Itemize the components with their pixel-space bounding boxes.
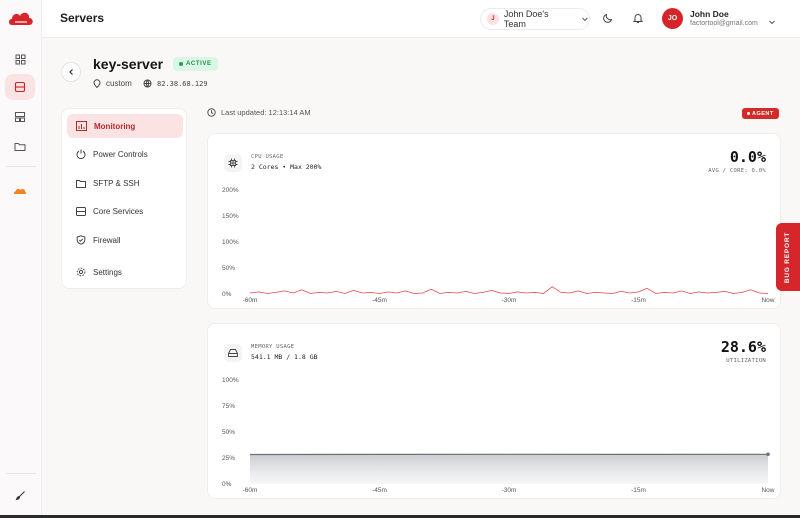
- layout-icon[interactable]: [5, 104, 35, 130]
- server-type-label: custom: [106, 79, 132, 88]
- cpu-chip-icon: [224, 154, 242, 172]
- menu-item-settings[interactable]: Settings: [67, 260, 183, 284]
- clock-icon: [207, 108, 216, 117]
- memory-amount-info: 541.1 MB / 1.8 GB: [251, 353, 318, 361]
- cpu-series-line: [249, 286, 769, 294]
- top-bar: Servers J John Doe's Team JO John Doe fa…: [42, 0, 800, 38]
- y-tick-label: 0%: [222, 481, 232, 488]
- nav-rail: [0, 0, 42, 518]
- theme-toggle-moon-icon[interactable]: [602, 11, 616, 25]
- server-ip-label: 82.38.68.129: [157, 79, 208, 88]
- x-tick-label: -30m: [502, 297, 517, 304]
- server-ip: 82.38.68.129: [143, 79, 208, 88]
- y-tick-label: 200%: [222, 187, 239, 194]
- memory-last-point: [766, 452, 770, 457]
- network-icon: [143, 79, 152, 88]
- cpu-usage-card: CPU USAGE 2 Cores • Max 200% 0.0% AVG / …: [207, 133, 781, 309]
- menu-item-sftp-ssh[interactable]: SFTP & SSH: [67, 171, 183, 195]
- folder-icon[interactable]: [5, 133, 35, 159]
- location-pin-icon: [93, 79, 101, 88]
- y-tick-label: 100%: [222, 377, 239, 384]
- menu-item-power-controls[interactable]: Power Controls: [67, 142, 183, 166]
- server-type: custom: [93, 79, 132, 88]
- shield-icon: [76, 235, 86, 245]
- y-tick-label: 50%: [222, 265, 235, 272]
- menu-label: Monitoring: [94, 121, 136, 131]
- cpu-cores-info: 2 Cores • Max 200%: [251, 163, 322, 171]
- chevron-left-icon: [69, 69, 73, 75]
- x-tick-label: -15m: [631, 487, 646, 494]
- user-menu-chevron-icon[interactable]: [768, 13, 782, 27]
- menu-item-core-services[interactable]: Core Services: [67, 199, 183, 223]
- agent-label: AGENT: [752, 110, 774, 117]
- cpu-usage-value: 0.0%: [729, 148, 766, 166]
- x-tick-label: -45m: [372, 297, 387, 304]
- gear-icon: [76, 267, 86, 277]
- cpu-usage-chart: 200% 150% 100% 50% 0% -60m -45m -30m -15m Now: [222, 187, 775, 304]
- cpu-usage-label: CPU USAGE: [251, 154, 284, 160]
- user-name[interactable]: John Doe: [690, 9, 729, 19]
- back-button[interactable]: [61, 62, 81, 82]
- y-tick-label: 100%: [222, 239, 239, 246]
- memory-usage-label: MEMORY USAGE: [251, 344, 295, 350]
- last-updated-text: Last updated: 12:13:14 AM: [221, 108, 311, 117]
- menu-item-firewall[interactable]: Firewall: [67, 228, 183, 252]
- x-tick-label: Now: [761, 297, 774, 304]
- cloudflare-icon[interactable]: [5, 178, 35, 204]
- servers-icon[interactable]: [5, 74, 35, 100]
- menu-label: Power Controls: [93, 149, 148, 159]
- folder-icon: [76, 179, 86, 188]
- status-badge: ACTIVE: [173, 57, 218, 71]
- y-tick-label: 150%: [222, 213, 239, 220]
- power-icon: [76, 149, 86, 159]
- y-tick-label: 50%: [222, 429, 235, 436]
- server-icon: [76, 206, 86, 216]
- menu-item-monitoring[interactable]: Monitoring: [67, 114, 183, 138]
- team-switcher[interactable]: J John Doe's Team: [480, 8, 590, 30]
- brand-logo-icon[interactable]: [7, 8, 35, 30]
- team-label: John Doe's Team: [503, 9, 549, 29]
- page-title: Servers: [60, 11, 105, 25]
- memory-usage-card: MEMORY USAGE 541.1 MB / 1.8 GB 28.6% UTI…: [207, 323, 781, 499]
- y-tick-label: 75%: [222, 403, 235, 410]
- y-tick-label: 0%: [222, 291, 232, 298]
- last-updated: Last updated: 12:13:14 AM: [207, 108, 311, 117]
- memory-drive-icon: [224, 344, 242, 362]
- chevron-down-icon: [582, 17, 588, 22]
- menu-label: SFTP & SSH: [93, 178, 140, 188]
- bug-report-label: BUG REPORT: [784, 231, 792, 283]
- dashboard-grid-icon[interactable]: [5, 46, 35, 72]
- menu-label: Settings: [93, 267, 122, 277]
- x-tick-label: -15m: [631, 297, 646, 304]
- agent-dot: [747, 112, 750, 115]
- memory-usage-chart: 100% 75% 50% 25% 0% -60m -45m -30m -15m Now: [222, 377, 775, 494]
- team-avatar: J: [487, 13, 499, 25]
- memory-utilization-caption: UTILIZATION: [726, 358, 766, 364]
- chart-icon: [76, 121, 87, 131]
- rail-divider: [6, 166, 36, 167]
- menu-label: Firewall: [93, 235, 121, 245]
- menu-label: Core Services: [93, 206, 144, 216]
- bug-report-tab[interactable]: BUG REPORT: [776, 223, 800, 291]
- x-tick-label: -60m: [243, 297, 258, 304]
- agent-badge: AGENT: [742, 108, 779, 119]
- memory-usage-value: 28.6%: [720, 338, 766, 356]
- rail-divider-bottom: [6, 473, 36, 474]
- x-tick-label: -45m: [372, 487, 387, 494]
- user-email: factortool@gmail.com: [690, 20, 758, 27]
- status-dot: [179, 62, 183, 66]
- x-tick-label: -30m: [502, 487, 517, 494]
- memory-area-fill: [250, 454, 768, 484]
- server-side-menu: Monitoring Power Controls SFTP & SSH Cor…: [61, 108, 187, 289]
- server-name: key-server: [93, 56, 164, 72]
- x-tick-label: Now: [761, 487, 774, 494]
- status-label: ACTIVE: [186, 61, 212, 67]
- brush-icon[interactable]: [5, 482, 35, 508]
- user-avatar[interactable]: JO: [662, 8, 683, 29]
- cpu-avg-per-core: AVG / CORE: 0.0%: [708, 168, 766, 174]
- notifications-bell-icon[interactable]: [632, 11, 646, 25]
- y-tick-label: 25%: [222, 455, 235, 462]
- x-tick-label: -60m: [243, 487, 258, 494]
